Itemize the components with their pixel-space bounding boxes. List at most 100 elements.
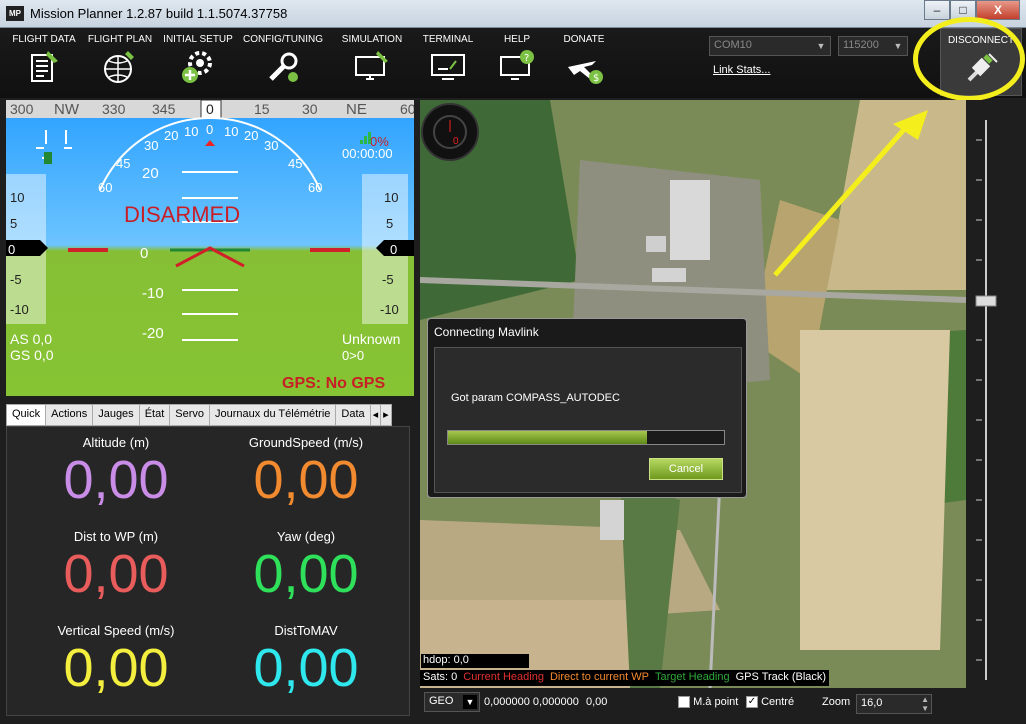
menu-initial-setup[interactable]: INITIAL SETUP: [160, 34, 236, 85]
roll-label: 45: [116, 156, 130, 171]
chevron-down-icon: ▼: [463, 695, 477, 709]
menu-simulation[interactable]: SIMULATION: [336, 34, 408, 85]
quick-dist-to-wp: Dist to WP (m) 0,00: [21, 529, 211, 604]
roll-label: 30: [144, 138, 158, 153]
checkbox-checked[interactable]: ✓: [746, 696, 758, 709]
map-status-bar: GEO ▼ 0,000000 0,000000 0,00 M.à point ✓…: [420, 688, 1018, 718]
window-title: Mission Planner 1.2.87 build 1.1.5074.37…: [30, 6, 288, 21]
armed-status: DISARMED: [124, 202, 240, 227]
menu-label: FLIGHT DATA: [12, 34, 76, 45]
hdop-label: hdop: 0,0: [421, 654, 529, 668]
compass-300: 300: [10, 101, 34, 117]
zoom-slider-thumb[interactable]: [975, 295, 997, 307]
roll-label: 60: [98, 180, 112, 195]
flight-time: 00:00:00: [342, 146, 393, 161]
zoom-label: Zoom: [822, 696, 851, 708]
groundspeed-readout: GS 0,0: [10, 347, 54, 363]
tab-servo[interactable]: Servo: [169, 404, 211, 426]
wrench-icon: [269, 52, 298, 82]
dialog-title: Connecting Mavlink: [434, 325, 539, 339]
close-button[interactable]: X: [976, 0, 1020, 20]
quick-label: Vertical Speed (m/s): [57, 623, 175, 638]
quick-value: 0,00: [253, 544, 359, 604]
main-toolbar: FLIGHT DATA FLIGHT PLAN INITIAL SETUP CO…: [0, 28, 1026, 98]
app-logo: MP: [6, 6, 24, 21]
menu-help[interactable]: HELP ?: [488, 34, 546, 85]
menu-label: TERMINAL: [422, 34, 474, 45]
menu-config-tuning[interactable]: CONFIG/TUNING: [240, 34, 326, 85]
map-heading-value: 0: [453, 136, 459, 147]
quick-label: Altitude (m): [82, 435, 150, 450]
roll-label: 10: [184, 124, 198, 139]
tab-etat[interactable]: État: [138, 404, 171, 426]
globe-icon: [104, 51, 134, 83]
roll-label: 60: [308, 180, 322, 195]
link-stats-link[interactable]: Link Stats...: [713, 64, 770, 76]
pitch-label: 20: [142, 165, 159, 182]
quick-value: 0,00: [63, 638, 169, 698]
roll-label: 10: [224, 124, 238, 139]
chevron-down-icon: ▼: [816, 41, 826, 51]
waypoint-readout: 0>0: [342, 348, 364, 363]
coord-system-value: GEO: [429, 695, 454, 707]
checkbox-unchecked[interactable]: [678, 696, 690, 709]
tape-label: 5: [386, 216, 393, 231]
roll-label: 0: [206, 122, 213, 137]
quick-panel: Altitude (m) 0,00 GroundSpeed (m/s) 0,00…: [6, 426, 410, 716]
data-tabs: Quick Actions Jauges État Servo Journaux…: [6, 404, 414, 426]
menu-flight-plan[interactable]: FLIGHT PLAN: [84, 34, 156, 85]
center-label: Centré: [761, 696, 795, 708]
baud-rate-select[interactable]: 115200 ▼: [838, 36, 908, 56]
zoom-input[interactable]: 16,0 ▲ ▼: [856, 694, 932, 714]
tape-label: 0: [8, 242, 15, 257]
quick-yaw: Yaw (deg) 0,00: [211, 529, 401, 604]
tab-jauges[interactable]: Jauges: [92, 404, 140, 426]
map-point-checkbox[interactable]: M.à point: [678, 696, 738, 709]
roll-label: 45: [288, 156, 302, 171]
quick-groundspeed: GroundSpeed (m/s) 0,00: [211, 435, 401, 510]
zoom-slider-track[interactable]: [966, 100, 1018, 688]
dialog-message: Got param COMPASS_AUTODEC: [451, 392, 620, 404]
legend-current-heading: Current Heading: [460, 670, 547, 686]
compass-0: 0: [206, 101, 214, 117]
coord-system-select[interactable]: GEO ▼: [424, 692, 480, 712]
menu-label: CONFIG/TUNING: [243, 34, 323, 45]
monitor-help-icon: ?: [500, 50, 534, 80]
chevron-down-icon: ▼: [893, 41, 903, 51]
quick-label: Dist to WP (m): [73, 529, 159, 544]
center-checkbox[interactable]: ✓ Centré: [746, 696, 795, 709]
roll-label: 20: [164, 128, 178, 143]
tab-data[interactable]: Data: [335, 404, 371, 426]
menu-label: INITIAL SETUP: [163, 34, 233, 45]
tab-journaux[interactable]: Journaux du Télémétrie: [209, 404, 337, 426]
compass-330: 330: [102, 101, 126, 117]
menu-flight-data[interactable]: FLIGHT DATA: [8, 34, 80, 85]
menu-terminal[interactable]: TERMINAL: [416, 34, 480, 85]
quick-vertical-speed: Vertical Speed (m/s) 0,00: [21, 623, 211, 698]
legend-gps-track: GPS Track (Black): [732, 670, 830, 686]
menu-donate[interactable]: DONATE $: [556, 34, 612, 85]
tab-scroll-right[interactable]: ▸: [380, 404, 392, 426]
dialog-body: Got param COMPASS_AUTODEC Cancel: [434, 347, 742, 493]
quick-value: 0,00: [253, 450, 359, 510]
title-bar: MP Mission Planner 1.2.87 build 1.1.5074…: [0, 0, 1026, 28]
tab-quick[interactable]: Quick: [6, 404, 47, 426]
pitch-label: -20: [142, 325, 164, 342]
tape-label: -5: [382, 272, 394, 287]
cancel-button[interactable]: Cancel: [649, 458, 723, 480]
svg-text:?: ?: [524, 53, 529, 64]
altitude-readout: 0,00: [586, 696, 608, 708]
tape-label: -5: [10, 272, 22, 287]
minimize-button[interactable]: –: [924, 0, 950, 20]
compass-15: 15: [254, 101, 270, 117]
gear-plus-icon: [182, 51, 212, 83]
tab-actions[interactable]: Actions: [45, 404, 94, 426]
legend-direct-wp: Direct to current WP: [546, 670, 652, 686]
plane-dollar-icon: $: [568, 61, 603, 84]
map-legend: Sats: 0 Current Heading Direct to curren…: [420, 670, 830, 686]
quick-value: 0,00: [63, 450, 169, 510]
tape-label: -10: [10, 302, 29, 317]
compass-ne: NE: [346, 101, 367, 118]
com-port-select[interactable]: COM10 ▼: [709, 36, 831, 56]
spinner-icon[interactable]: ▲ ▼: [921, 695, 929, 713]
